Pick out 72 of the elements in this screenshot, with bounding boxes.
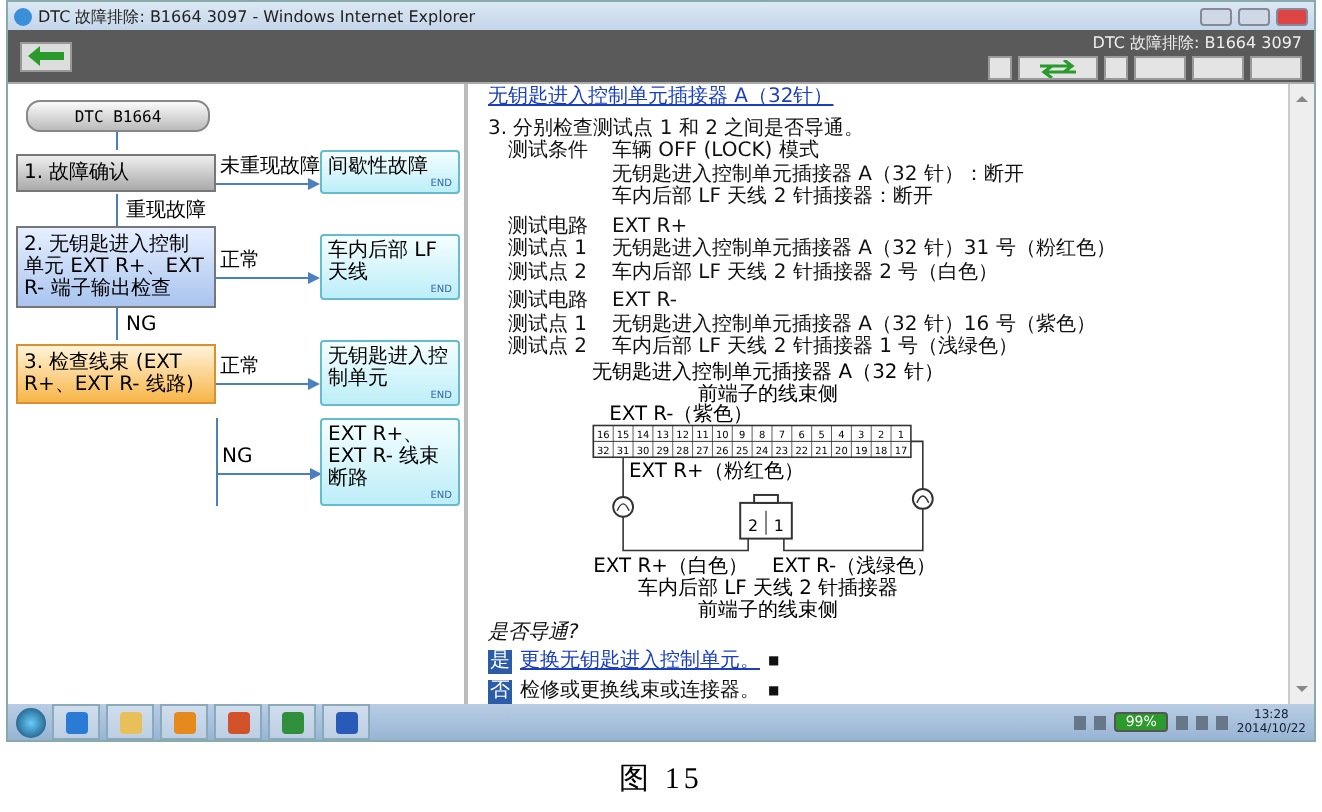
back-arrow-icon bbox=[28, 46, 64, 66]
diagram-subtitle: 前端子的线束侧 bbox=[698, 599, 838, 617]
answer-icon: 否 bbox=[488, 680, 512, 704]
field-value: 无钥匙进入控制单元插接器 A（32 针）31 号（粉红色） bbox=[612, 238, 1118, 261]
field-label: 测试电路 bbox=[508, 215, 590, 237]
browser-icon[interactable] bbox=[52, 704, 100, 740]
sync-button[interactable] bbox=[1018, 56, 1098, 80]
branch-label: 正常 bbox=[218, 250, 262, 272]
figure-caption: 图 15 bbox=[617, 761, 705, 799]
answer-text: 检修或更换线束或连接器。 bbox=[520, 680, 760, 704]
wire-label: EXT R+（粉红色） bbox=[629, 460, 804, 483]
field-label: 测试点 1 bbox=[508, 313, 590, 335]
flow-step: 1. 故障确认 bbox=[16, 153, 216, 191]
sync-icon bbox=[1036, 59, 1080, 77]
mail-app-icon[interactable] bbox=[160, 704, 208, 740]
result-text: 车内后部 LF 天线 bbox=[328, 240, 440, 284]
flow-step: 2. 无钥匙进入控制单元 EXT R+、EXT R- 端子输出检查 bbox=[16, 226, 216, 308]
antenna-connector-drawing bbox=[739, 492, 793, 539]
branch-label: 未重现故障 bbox=[218, 155, 320, 177]
minimize-button[interactable] bbox=[1200, 7, 1232, 25]
start-button[interactable] bbox=[16, 707, 46, 737]
field-value: 车内后部 LF 天线 2 针插接器：断开 bbox=[612, 186, 935, 209]
maximize-button[interactable] bbox=[1238, 7, 1270, 25]
scrollbar[interactable] bbox=[1288, 84, 1314, 704]
field-value: EXT R+ bbox=[612, 215, 690, 237]
question-text: 是否导通? bbox=[488, 621, 581, 644]
result-text: 间歇性故障 bbox=[328, 156, 430, 178]
diagram-title: 车内后部 LF 天线 2 针插接器 bbox=[637, 577, 899, 600]
field-value: 无钥匙进入控制单元插接器 A（32 针）16 号（紫色） bbox=[612, 313, 1098, 335]
field-label: 测试电路 bbox=[508, 290, 590, 313]
field-label: 测试条件 bbox=[508, 140, 590, 166]
field-value: 车内后部 LF 天线 2 针插接器 2 号（白色） bbox=[612, 261, 1001, 284]
step-instruction: 3. 分别检查测试点 1 和 2 之间是否导通。 bbox=[488, 117, 867, 139]
connector-arrow bbox=[216, 272, 320, 284]
result-text: 无钥匙进入控制单元 bbox=[328, 346, 450, 390]
connector-arrow bbox=[216, 378, 320, 390]
close-button[interactable] bbox=[1276, 7, 1308, 25]
meter-probe-icon bbox=[612, 494, 635, 517]
flow-start: DTC B1664 bbox=[26, 100, 210, 132]
spreadsheet-app-icon[interactable] bbox=[268, 704, 316, 740]
slides-app-icon[interactable] bbox=[214, 704, 262, 740]
back-button[interactable] bbox=[20, 41, 72, 71]
answer-link[interactable]: 更换无钥匙进入控制单元。 bbox=[520, 650, 760, 674]
field-label: 测试点 2 bbox=[508, 336, 590, 359]
wire-label: EXT R-（浅绿色） bbox=[771, 555, 937, 578]
folder-icon[interactable] bbox=[106, 704, 154, 740]
diagram-title: 无钥匙进入控制单元插接器 A（32 针） bbox=[592, 360, 944, 383]
document-app-icon[interactable] bbox=[322, 704, 370, 740]
meter-probe-icon bbox=[911, 487, 934, 509]
wire-label: EXT R-（紫色） bbox=[609, 402, 754, 425]
flow-step: 3. 检查线束 (EXT R+、EXT R- 线路) bbox=[16, 343, 216, 403]
field-label: 测试点 2 bbox=[508, 261, 590, 284]
diagram-subtitle: 前端子的线束侧 bbox=[698, 382, 838, 405]
pin-number: 1 bbox=[773, 515, 784, 534]
field-value: EXT R- bbox=[612, 290, 679, 313]
page-label: DTC 故障排除: B1664 3097 bbox=[1092, 32, 1302, 54]
window-title: DTC 故障排除: B1664 3097 - Windows Internet Explorer bbox=[38, 5, 478, 27]
pin-number: 2 bbox=[748, 515, 759, 534]
branch-label: 正常 bbox=[218, 356, 262, 378]
wire-label: EXT R+（白色） bbox=[593, 555, 748, 578]
result-text: EXT R+、EXT R- 线束断路 bbox=[328, 424, 442, 490]
branch-label: 重现故障 bbox=[126, 197, 206, 224]
field-label: 测试点 1 bbox=[508, 238, 590, 261]
connector-arrow bbox=[216, 177, 320, 189]
field-value: 车内后部 LF 天线 2 针插接器 1 号（浅绿色） bbox=[612, 336, 1021, 359]
branch-label: NG bbox=[220, 445, 255, 467]
field-value: 车辆 OFF (LOCK) 模式 bbox=[612, 140, 821, 163]
connector-link[interactable]: 无钥匙进入控制单元插接器 A（32针） bbox=[488, 86, 1276, 109]
browser-icon bbox=[14, 7, 32, 25]
field-value: 无钥匙进入控制单元插接器 A（32 针）：断开 bbox=[612, 163, 1026, 185]
answer-icon: 是 bbox=[488, 650, 512, 674]
branch-label: NG bbox=[126, 313, 157, 335]
